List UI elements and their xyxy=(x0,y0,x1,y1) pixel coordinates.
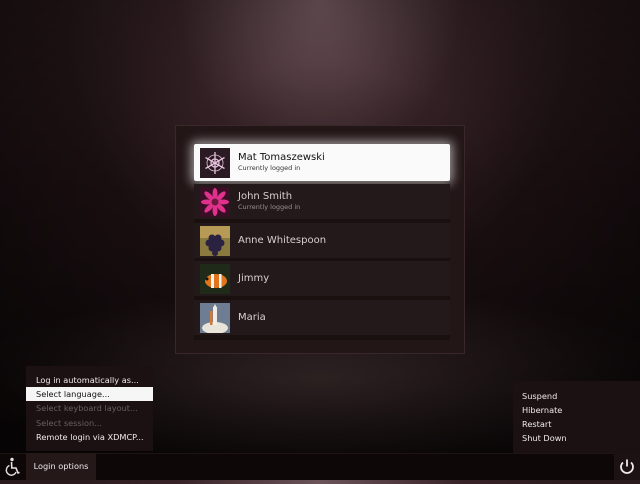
power-button[interactable] xyxy=(614,453,640,480)
user-row-anne-whitespoon[interactable]: Anne Whitespoon xyxy=(194,223,450,258)
user-name: John Smith xyxy=(238,191,293,202)
power-menu: Suspend Hibernate Restart Shut Down xyxy=(513,381,640,453)
user-name: Maria xyxy=(238,311,266,323)
grapes-avatar xyxy=(200,225,230,256)
login-options-menu: Log in automatically as... Select langua… xyxy=(26,366,153,451)
login-options-button[interactable]: Login options xyxy=(26,453,96,480)
user-list-panel: Mat Tomaszewski Currently logged in John… xyxy=(175,125,465,354)
user-row-mat-tomaszewski[interactable]: Mat Tomaszewski Currently logged in xyxy=(194,144,450,181)
user-row-jimmy[interactable]: Jimmy xyxy=(194,261,450,296)
bottom-bar xyxy=(0,453,640,480)
menu-item-remote-login[interactable]: Remote login via XDMCP... xyxy=(26,430,153,444)
user-status: Currently logged in xyxy=(238,203,301,211)
menu-item-auto-login[interactable]: Log in automatically as... xyxy=(26,373,153,387)
user-status: Currently logged in xyxy=(238,164,301,172)
menu-item-restart[interactable]: Restart xyxy=(522,419,551,429)
menu-item-select-session[interactable]: Select session... xyxy=(26,416,153,430)
accessibility-icon xyxy=(5,457,20,476)
accessibility-button[interactable] xyxy=(0,453,26,480)
shuttle-launch-avatar xyxy=(200,302,230,333)
menu-item-suspend[interactable]: Suspend xyxy=(522,391,557,401)
user-name: Jimmy xyxy=(238,272,270,284)
clownfish-avatar xyxy=(200,263,230,294)
menu-item-select-keyboard[interactable]: Select keyboard layout... xyxy=(26,401,153,415)
menu-item-hibernate[interactable]: Hibernate xyxy=(522,405,562,415)
user-row-john-smith[interactable]: John Smith Currently logged in xyxy=(194,184,450,219)
snowflake-avatar xyxy=(200,147,230,178)
user-name: Anne Whitespoon xyxy=(238,234,327,246)
user-name: Mat Tomaszewski xyxy=(238,152,325,163)
user-list: Mat Tomaszewski Currently logged in John… xyxy=(194,143,450,340)
user-row-maria[interactable]: Maria xyxy=(194,300,450,335)
menu-item-shut-down[interactable]: Shut Down xyxy=(522,433,567,443)
power-icon xyxy=(620,459,634,474)
pink-flower-avatar xyxy=(200,186,230,217)
menu-item-select-language[interactable]: Select language... xyxy=(26,387,153,401)
